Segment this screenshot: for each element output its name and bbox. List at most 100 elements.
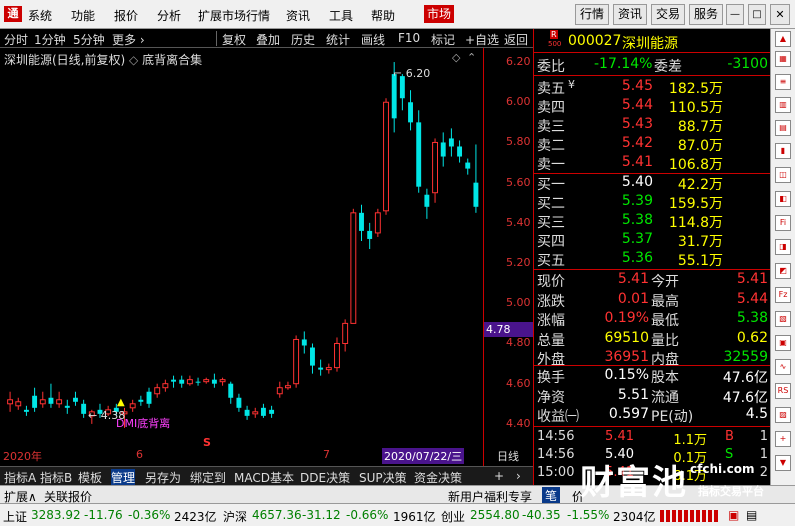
collapse-icon[interactable]: ▲ [775, 31, 791, 47]
tool-5min[interactable]: 5分钟 [73, 31, 105, 48]
fid-icon[interactable]: Fi [775, 215, 791, 231]
candle-body[interactable] [73, 397, 78, 402]
candle-body[interactable] [391, 74, 397, 119]
candle-body[interactable] [56, 399, 63, 405]
alert-icon[interactable]: ▣ [728, 508, 739, 522]
tool-f10[interactable]: F10 [398, 31, 420, 45]
list-icon[interactable]: ≡ [775, 74, 791, 90]
candle-body[interactable] [367, 230, 373, 239]
tool-more[interactable]: 更多 › [112, 31, 145, 48]
candle-body[interactable] [350, 212, 357, 324]
tab-indicator-b[interactable]: 指标B [40, 469, 72, 486]
candle-body[interactable] [219, 379, 226, 383]
add-tab-icon[interactable]: + [494, 469, 504, 483]
tab-save-as[interactable]: 另存为 [145, 469, 181, 486]
tool-overlay[interactable]: 叠加 [256, 31, 280, 48]
candle-body[interactable] [301, 339, 307, 346]
bids-row[interactable]: 买一 5.40 42.2万 [534, 174, 771, 193]
x-period-label[interactable]: 日线 [497, 448, 519, 464]
candle-body[interactable] [408, 102, 413, 123]
candle-body[interactable] [146, 391, 152, 404]
tool-1min[interactable]: 1分钟 [34, 31, 66, 48]
btn-quote[interactable]: 行情 [575, 4, 609, 25]
candle-body[interactable] [154, 387, 161, 395]
candle-body[interactable] [334, 342, 340, 369]
candle-body[interactable] [171, 379, 176, 382]
candle-body[interactable] [416, 122, 422, 187]
tool-back[interactable]: 返回 [504, 31, 528, 48]
tab-dde[interactable]: DDE决策 [300, 469, 350, 486]
candle-body[interactable] [325, 367, 332, 371]
candle-body[interactable] [448, 138, 454, 147]
tick-tab[interactable]: 笔 [542, 487, 561, 504]
asks-row[interactable]: 卖四 5.44 110.5万 [534, 97, 771, 116]
trend-icon[interactable]: ∿ [775, 359, 791, 375]
candle-body[interactable] [64, 405, 70, 408]
window-icon[interactable]: ▣ [775, 335, 791, 351]
kline-icon[interactable]: ▥ [775, 97, 791, 113]
tool-mark[interactable]: 标记 [431, 31, 455, 48]
candle-body[interactable] [203, 379, 210, 383]
stack-icon[interactable]: ▨ [775, 407, 791, 423]
tab-sup[interactable]: SUP决策 [359, 469, 407, 486]
btn-info[interactable]: 资讯 [613, 4, 647, 25]
tool-intraday[interactable]: 分时 [4, 31, 28, 48]
tool-draw[interactable]: 画线 [361, 31, 385, 48]
graph-icon[interactable]: ◩ [775, 263, 791, 279]
candle-body[interactable] [432, 141, 439, 194]
candle-body[interactable] [473, 182, 479, 207]
menu-tools[interactable]: 工具 [329, 7, 353, 24]
news-icon[interactable]: ▤ [746, 508, 757, 522]
candle-body[interactable] [48, 397, 54, 404]
tab-template[interactable]: 模板 [78, 469, 102, 486]
menu-analysis[interactable]: 分析 [157, 7, 181, 24]
tab-manage[interactable]: 管理 [111, 469, 136, 486]
btn-trade[interactable]: 交易 [651, 4, 685, 25]
tool-add-watch[interactable]: +自选 [465, 31, 499, 48]
candle-body[interactable] [7, 399, 14, 405]
candle-body[interactable] [228, 383, 234, 398]
asks-row[interactable]: 卖五 ¥5.45 182.5万 [534, 78, 771, 97]
box-icon[interactable]: ◧ [775, 191, 791, 207]
tab-macd[interactable]: MACD基本 [234, 469, 294, 486]
candle-body[interactable] [374, 212, 381, 234]
tool-history[interactable]: 历史 [291, 31, 315, 48]
candle-body[interactable] [195, 381, 201, 383]
candle-body[interactable] [260, 407, 266, 416]
candle-body[interactable] [162, 383, 169, 389]
rsi-icon[interactable]: RS [775, 383, 791, 399]
kline-chart[interactable]: 深圳能源(日线,前复权) ◇ 底背离合集 ◇ ⌃ 6.20 6.00 5.80 5.6… [0, 48, 533, 466]
cy-label[interactable]: 创业 [441, 508, 465, 525]
close-icon[interactable]: ✕ [770, 4, 790, 25]
menu-ext-market[interactable]: 扩展市场行情 [198, 7, 270, 24]
tool-adjust[interactable]: 复权 [222, 31, 246, 48]
candle-body[interactable] [424, 194, 430, 207]
hs-label[interactable]: 沪深 [223, 508, 247, 525]
candle-body[interactable] [23, 409, 29, 412]
menu-market[interactable]: 市场 [424, 5, 455, 23]
candle-body[interactable] [236, 397, 242, 408]
candle-body[interactable] [383, 101, 389, 212]
candle-body[interactable] [318, 367, 324, 370]
menu-info[interactable]: 资讯 [286, 7, 310, 24]
candle-body[interactable] [342, 322, 349, 344]
candle-body[interactable] [179, 379, 185, 384]
bids-row[interactable]: 买四 5.37 31.7万 [534, 231, 771, 250]
plus-icon[interactable]: + [775, 431, 791, 447]
tab-fund[interactable]: 资金决策 [414, 469, 462, 486]
candle-body[interactable] [310, 347, 315, 366]
tab-bind[interactable]: 绑定到 [190, 469, 226, 486]
bids-row[interactable]: 买三 5.38 114.8万 [534, 212, 771, 231]
candlestick-plot[interactable] [0, 48, 483, 448]
tab-indicator-a[interactable]: 指标A [4, 469, 36, 486]
scroll-right-icon[interactable]: › [516, 469, 521, 483]
candle-body[interactable] [465, 162, 471, 169]
btn-service[interactable]: 服务 [689, 4, 723, 25]
menu-quote[interactable]: 报价 [114, 7, 138, 24]
chart-icon[interactable]: ◫ [775, 167, 791, 183]
asks-row[interactable]: 卖二 5.42 87.0万 [534, 135, 771, 154]
minimize-icon[interactable]: — [726, 4, 744, 25]
sh-label[interactable]: 上证 [3, 508, 27, 525]
bids-row[interactable]: 买二 5.39 159.5万 [534, 193, 771, 212]
table-icon[interactable]: ▤ [775, 120, 791, 136]
